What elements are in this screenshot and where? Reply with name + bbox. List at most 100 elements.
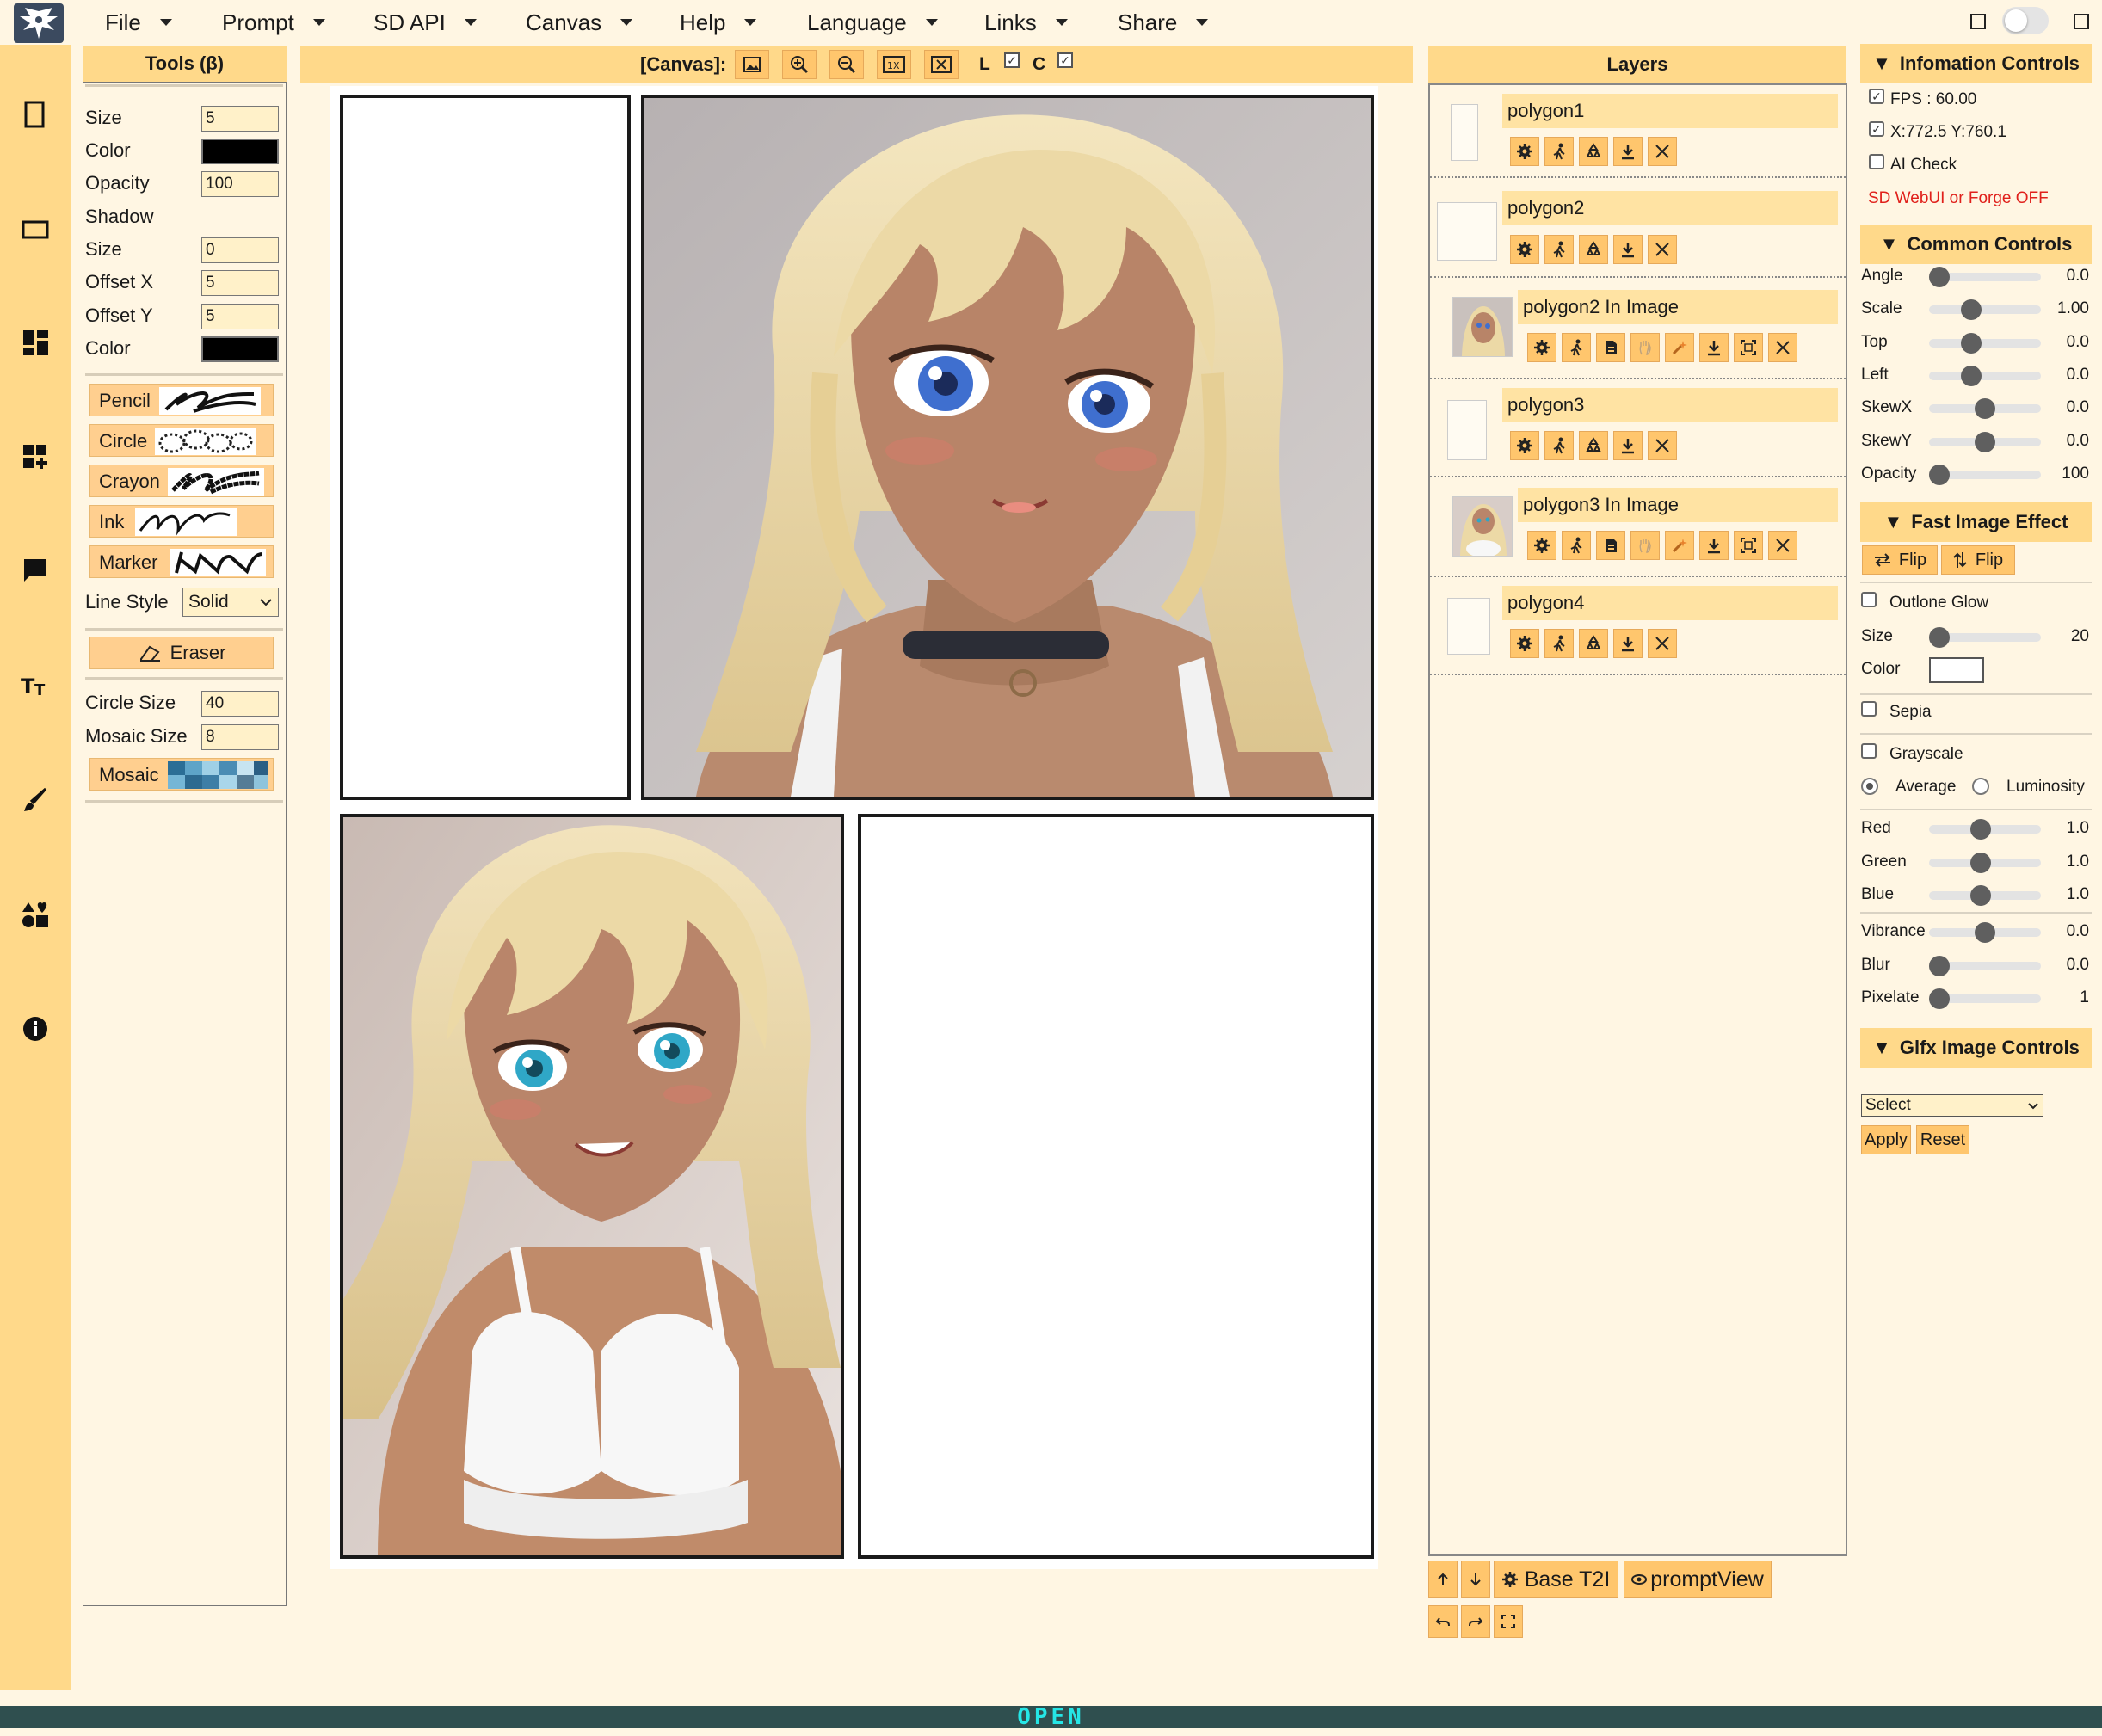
layer-item[interactable]: polygon4	[1430, 581, 1846, 675]
zoom-in-button[interactable]	[782, 50, 817, 79]
brush-color-swatch[interactable]	[201, 139, 279, 164]
layer-toggle-checkbox[interactable]: ✓	[1004, 52, 1020, 68]
slider-knob[interactable]	[1961, 299, 1982, 321]
opacity-input[interactable]: 100	[201, 171, 279, 197]
canvas-toggle-checkbox[interactable]: ✓	[1057, 52, 1073, 68]
layer-delete-button[interactable]	[1648, 235, 1677, 264]
menu-share[interactable]: Share	[1118, 0, 1209, 45]
slider-knob[interactable]	[1961, 332, 1982, 354]
slider-knob[interactable]	[1929, 267, 1950, 287]
layer-down-button[interactable]	[1461, 1561, 1490, 1598]
menu-canvas[interactable]: Canvas	[526, 0, 633, 45]
line-style-select[interactable]: Solid	[182, 588, 279, 617]
slider-knob[interactable]	[1975, 431, 1995, 452]
layer-item[interactable]: polygon3 In Image	[1430, 481, 1846, 577]
menu-help[interactable]: Help	[680, 0, 757, 45]
add-panel-icon[interactable]	[17, 439, 53, 475]
offset-y-input[interactable]: 5	[201, 304, 279, 329]
dashboard-icon[interactable]	[17, 324, 53, 360]
slider-knob[interactable]	[1929, 627, 1950, 648]
glfx-controls-header[interactable]: ▼ Glfx Image Controls	[1860, 1028, 2092, 1068]
average-radio[interactable]	[1861, 778, 1878, 795]
color-channel-slider[interactable]	[1929, 885, 2041, 906]
transform-slider[interactable]	[1929, 431, 2041, 452]
layer-download-button[interactable]	[1699, 531, 1729, 560]
clear-canvas-button[interactable]	[924, 50, 959, 79]
effect-slider[interactable]	[1929, 922, 2041, 943]
grayscale-checkbox[interactable]	[1861, 743, 1877, 759]
effect-slider[interactable]	[1929, 955, 2041, 976]
pencil-brush-button[interactable]: Pencil	[89, 384, 274, 416]
transform-slider[interactable]	[1929, 398, 2041, 420]
transform-slider[interactable]	[1929, 332, 2041, 354]
layer-hand-button[interactable]	[1630, 333, 1660, 362]
slider-knob[interactable]	[1961, 365, 1982, 386]
window-restore-icon[interactable]	[1970, 14, 1986, 29]
layer-effect-button[interactable]	[1665, 333, 1694, 362]
layer-item[interactable]: polygon2	[1430, 182, 1846, 278]
brush-icon[interactable]	[17, 782, 53, 818]
layer-settings-button[interactable]	[1510, 137, 1539, 166]
layer-run-button[interactable]	[1544, 629, 1574, 658]
layer-hand-button[interactable]	[1630, 531, 1660, 560]
layer-run-button[interactable]	[1562, 333, 1591, 362]
slider-knob[interactable]	[1970, 852, 1991, 873]
shadow-size-input[interactable]: 0	[201, 237, 279, 263]
layer-note-button[interactable]	[1596, 531, 1625, 560]
flip-vertical-button[interactable]: Flip	[1941, 545, 2015, 575]
layer-name[interactable]: polygon3 In Image	[1518, 488, 1838, 522]
menu-language[interactable]: Language	[807, 0, 938, 45]
layer-crop-button[interactable]	[1734, 531, 1763, 560]
layer-note-button[interactable]	[1596, 333, 1625, 362]
fullscreen-button[interactable]	[1494, 1605, 1523, 1638]
layer-download-button[interactable]	[1613, 431, 1643, 460]
flip-horizontal-button[interactable]: Flip	[1862, 545, 1938, 575]
crayon-brush-button[interactable]: Crayon	[89, 465, 274, 497]
menu-links[interactable]: Links	[984, 0, 1068, 45]
base-t2i-button[interactable]: Base T2I	[1494, 1561, 1618, 1598]
ink-brush-button[interactable]: Ink	[89, 505, 274, 538]
layer-recycle-button[interactable]	[1579, 629, 1608, 658]
eraser-button[interactable]: Eraser	[89, 637, 274, 669]
slider-knob[interactable]	[1929, 955, 1950, 976]
comic-canvas[interactable]	[330, 86, 1378, 1569]
slider-knob[interactable]	[1975, 922, 1995, 943]
glfx-filter-select[interactable]: Select	[1861, 1094, 2043, 1117]
color-channel-slider[interactable]	[1929, 852, 2041, 873]
color-channel-slider[interactable]	[1929, 819, 2041, 840]
menu-file[interactable]: File	[105, 0, 172, 45]
page-landscape-icon[interactable]	[17, 211, 53, 247]
layer-item[interactable]: polygon1	[1430, 85, 1846, 178]
polygon4-panel[interactable]	[858, 814, 1374, 1559]
transform-slider[interactable]	[1929, 299, 2041, 321]
prompt-view-button[interactable]: promptView	[1624, 1561, 1772, 1598]
layer-recycle-button[interactable]	[1579, 137, 1608, 166]
info-icon[interactable]	[17, 1011, 53, 1047]
menu-sd-api[interactable]: SD API	[373, 0, 477, 45]
layer-item[interactable]: polygon2 In Image	[1430, 281, 1846, 379]
circle-brush-button[interactable]: Circle	[89, 424, 274, 457]
canvas-image-button[interactable]	[735, 50, 769, 79]
layer-run-button[interactable]	[1544, 431, 1574, 460]
text-icon[interactable]: TT	[17, 667, 53, 703]
menu-prompt[interactable]: Prompt	[222, 0, 325, 45]
circle-size-input[interactable]: 40	[201, 691, 279, 717]
undo-button[interactable]	[1428, 1605, 1458, 1638]
brush-size-input[interactable]: 5	[201, 106, 279, 132]
layer-name[interactable]: polygon4	[1502, 586, 1838, 620]
info-controls-header[interactable]: ▼ Infomation Controls	[1860, 44, 2092, 83]
zoom-1x-button[interactable]: 1X	[877, 50, 911, 79]
layer-run-button[interactable]	[1562, 531, 1591, 560]
layer-up-button[interactable]	[1428, 1561, 1458, 1598]
layer-run-button[interactable]	[1544, 137, 1574, 166]
layer-delete-button[interactable]	[1648, 137, 1677, 166]
effect-slider[interactable]	[1929, 988, 2041, 1009]
speech-bubble-icon[interactable]	[17, 552, 53, 588]
layer-settings-button[interactable]	[1510, 629, 1539, 658]
layer-settings-button[interactable]	[1527, 333, 1556, 362]
ai-check-checkbox[interactable]	[1869, 154, 1884, 169]
glow-size-slider[interactable]	[1929, 627, 2041, 648]
transform-slider[interactable]	[1929, 464, 2041, 485]
layer-settings-button[interactable]	[1527, 531, 1556, 560]
layer-recycle-button[interactable]	[1579, 431, 1608, 460]
